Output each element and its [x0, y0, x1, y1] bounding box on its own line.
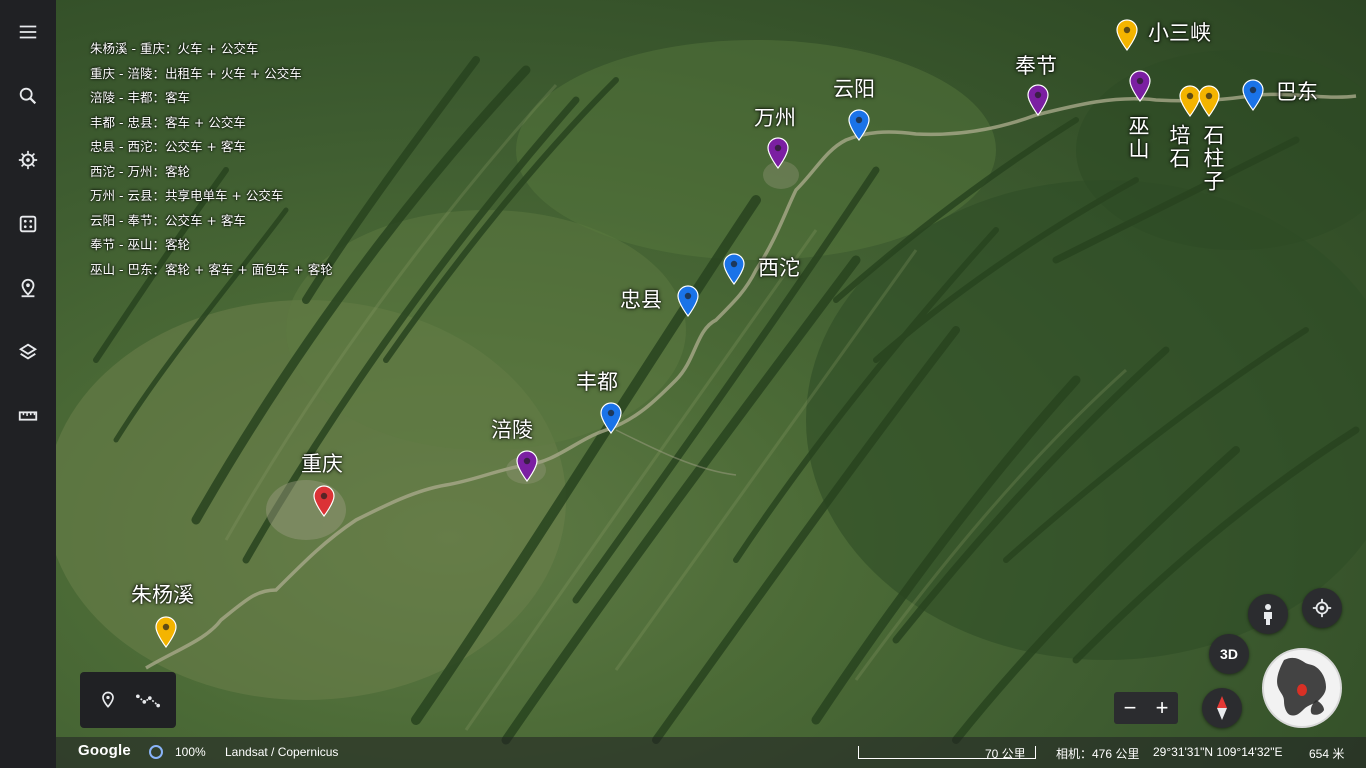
- satellite-map[interactable]: 朱杨溪 - 重庆：火车 + 公交车 重庆 - 涪陵：出租车 + 火车 + 公交车…: [56, 0, 1366, 768]
- zoom-out-button[interactable]: −: [1114, 692, 1146, 724]
- measure-button[interactable]: [8, 396, 48, 436]
- pin-zhuyangxi[interactable]: [154, 616, 178, 648]
- search-button[interactable]: [8, 76, 48, 116]
- route-row: 云阳 - 奉节：公交车 + 客车: [90, 212, 246, 228]
- pin-zhongxian[interactable]: [676, 285, 700, 317]
- placemark-icon: [848, 109, 870, 141]
- toggle-3d-button[interactable]: 3D: [1209, 634, 1249, 674]
- place-label-yunyang: 云阳: [833, 77, 875, 101]
- add-placemark-button[interactable]: [94, 686, 122, 714]
- place-label-zhuyangxi: 朱杨溪: [131, 583, 194, 607]
- status-bar: Google 100% Landsat / Copernicus 70 公里 相…: [56, 737, 1366, 768]
- route-row: 万州 - 云县：共享电单车 + 公交车: [90, 188, 284, 203]
- sidebar: [0, 0, 56, 768]
- placemark-icon: [1242, 79, 1264, 111]
- dice-icon: [19, 215, 37, 233]
- pin-chongqing[interactable]: [312, 485, 336, 517]
- route-row: 朱杨溪 - 重庆：火车 + 公交车: [90, 41, 259, 56]
- camera-altitude: 相机：476 公里: [1056, 747, 1140, 761]
- globe-minimap[interactable]: [1262, 648, 1342, 728]
- pin-fengjie[interactable]: [1026, 84, 1050, 116]
- zoom-in-button[interactable]: +: [1146, 692, 1178, 724]
- place-label-fuling: 涪陵: [491, 418, 533, 442]
- pin-wanzhou[interactable]: [766, 137, 790, 169]
- route-row: 涪陵 - 丰都：客车: [90, 90, 190, 105]
- voyager-icon: [18, 150, 38, 170]
- placemark-icon: [1116, 19, 1138, 51]
- draw-path-button[interactable]: [134, 686, 162, 714]
- placemark-icon: [1027, 84, 1049, 116]
- place-label-xituo: 西沱: [758, 256, 800, 280]
- place-label-wushan: 巫山: [1126, 115, 1150, 161]
- pin-wushan[interactable]: [1128, 70, 1152, 102]
- route-row: 奉节 - 巫山：客轮: [90, 237, 190, 252]
- google-logo: Google: [78, 742, 131, 759]
- menu-button[interactable]: [8, 12, 48, 52]
- route-row: 丰都 - 忠县：客车 + 公交车: [90, 114, 246, 130]
- location-target-icon: [1312, 598, 1332, 618]
- scale-label: 70 公里: [985, 747, 1026, 761]
- place-label-shizhuzi: 石柱子: [1201, 124, 1225, 193]
- place-label-badong: 巴东: [1276, 80, 1318, 104]
- street-view-button[interactable]: [1248, 594, 1288, 634]
- zoom-control: − +: [1114, 692, 1178, 724]
- projects-icon: [21, 278, 35, 298]
- compass-icon: [1217, 696, 1227, 720]
- globe-icon: [1277, 657, 1326, 716]
- placemark-icon: [600, 402, 622, 434]
- path-icon: [136, 694, 160, 708]
- pin-shizhuzi[interactable]: [1197, 85, 1221, 117]
- place-label-fengdu: 丰都: [576, 370, 618, 394]
- placemark-icon: [1198, 85, 1220, 117]
- feeling-lucky-button[interactable]: [8, 204, 48, 244]
- placemark-icon: [313, 485, 335, 517]
- pin-fengdu[interactable]: [599, 402, 623, 434]
- pin-xituo[interactable]: [722, 253, 746, 285]
- ruler-icon: [18, 411, 38, 421]
- route-row: 忠县 - 西沱：公交车 + 客车: [90, 139, 246, 154]
- place-label-peishi: 培石: [1167, 124, 1191, 170]
- my-location-button[interactable]: [1302, 588, 1342, 628]
- cursor-coordinates: 29°31'31"N 109°14'32"E: [1153, 745, 1283, 759]
- pin-fuling[interactable]: [515, 450, 539, 482]
- imagery-attribution[interactable]: Landsat / Copernicus: [225, 745, 338, 759]
- compass-button[interactable]: [1202, 688, 1242, 728]
- drawing-tools: [80, 672, 176, 728]
- layers-icon: [18, 343, 38, 360]
- pin-xiaosanxia[interactable]: [1115, 19, 1139, 51]
- projects-button[interactable]: [8, 268, 48, 308]
- route-row: 重庆 - 涪陵：出租车 + 火车 + 公交车: [90, 65, 302, 81]
- voyager-button[interactable]: [8, 140, 48, 180]
- placemark-icon: [767, 137, 789, 169]
- placemark-icon: [677, 285, 699, 317]
- loading-percent: 100%: [175, 745, 206, 759]
- place-label-zhongxian: 忠县: [620, 288, 662, 312]
- route-row: 西沱 - 万州：客轮: [90, 163, 190, 179]
- pin-badong[interactable]: [1241, 79, 1265, 111]
- pin-yunyang[interactable]: [847, 109, 871, 141]
- placemark-icon: [516, 450, 538, 482]
- route-row: 巫山 - 巴东：客轮 + 客车 + 面包车 + 客轮: [90, 261, 333, 277]
- elevation: 654 米: [1309, 747, 1345, 761]
- place-label-xiaosanxia: 小三峡: [1148, 21, 1211, 45]
- loading-indicator-icon: [149, 745, 163, 759]
- place-label-wanzhou: 万州: [754, 106, 796, 130]
- route-notes: 朱杨溪 - 重庆：火车 + 公交车 重庆 - 涪陵：出租车 + 火车 + 公交车…: [90, 37, 333, 282]
- placemark-icon: [1129, 70, 1151, 102]
- menu-icon: [19, 25, 37, 39]
- placemark-icon: [723, 253, 745, 285]
- toggle-3d-label: 3D: [1220, 646, 1238, 662]
- pegman-icon: [1264, 604, 1272, 625]
- place-label-fengjie: 奉节: [1015, 54, 1057, 78]
- placemark-icon: [155, 616, 177, 648]
- search-icon: [19, 87, 37, 105]
- placemark-outline-icon: [102, 691, 114, 708]
- map-style-button[interactable]: [8, 332, 48, 372]
- place-label-chongqing: 重庆: [301, 452, 343, 476]
